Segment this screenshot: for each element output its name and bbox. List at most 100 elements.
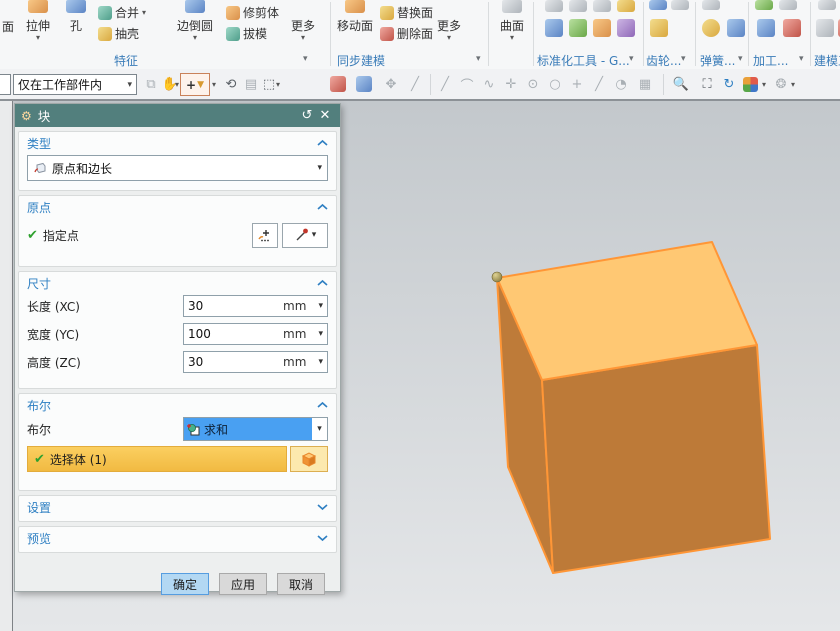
chevron-down-icon[interactable]: ▾ [312, 418, 327, 440]
spring-tool-icon[interactable] [702, 0, 720, 10]
height-input[interactable]: 30 mm ▾ [183, 351, 328, 373]
gear-hand-icon[interactable] [650, 19, 668, 37]
gear-tool-icon[interactable] [671, 0, 689, 10]
group-dropdown-icon[interactable]: ▾ [476, 54, 481, 64]
machining-grid-icon[interactable] [757, 19, 775, 37]
spring-brush-icon[interactable] [727, 19, 745, 37]
select-body-button[interactable] [290, 446, 328, 472]
inferred-point-button[interactable]: ▾ [282, 222, 328, 248]
ribbon-btn-face-partial[interactable]: 面 [0, 17, 16, 35]
refresh-icon[interactable]: ↻ [720, 75, 738, 93]
select-body-field[interactable]: ✔ 选择体 (1) [27, 446, 287, 472]
group-dropdown-icon[interactable]: ▾ [681, 54, 686, 64]
ribbon-btn-more-sync[interactable]: 更多 ▾ [430, 16, 468, 42]
chevron-up-icon[interactable] [317, 203, 328, 211]
width-input[interactable]: 100 mm ▾ [183, 323, 328, 345]
ribbon-btn-hole[interactable]: 孔 [58, 0, 94, 34]
section-origin-header[interactable]: 原点 [27, 198, 328, 216]
render-style-icon[interactable]: ❂ [772, 75, 790, 93]
menu-tool-icon[interactable]: ▤ [242, 75, 260, 93]
chevron-up-icon[interactable] [317, 401, 328, 409]
line-tool-icon[interactable]: ╱ [406, 75, 424, 93]
std-tool-icon[interactable] [617, 0, 635, 12]
std-tool-icon[interactable] [569, 0, 587, 12]
ribbon-btn-more-feature[interactable]: 更多 ▾ [284, 16, 322, 42]
ribbon-btn-unite[interactable]: 合并 ▾ [98, 4, 146, 21]
machining-axes-icon[interactable] [783, 19, 801, 37]
chevron-up-icon[interactable] [317, 279, 328, 287]
circle-center-tool-icon[interactable]: ⊙ [524, 75, 542, 93]
ribbon-btn-delete-face[interactable]: 删除面 [380, 25, 433, 42]
move-handles-icon[interactable]: ✥ [382, 75, 400, 93]
ribbon-btn-extrude[interactable]: 拉伸 ▾ [16, 0, 60, 42]
ribbon-btn-surface[interactable]: 曲面 ▾ [492, 0, 532, 42]
rotate-point-icon[interactable]: ⟲ [222, 75, 240, 93]
block-front-face[interactable] [541, 344, 771, 574]
chevron-down-icon[interactable]: ▾ [311, 301, 323, 311]
selection-scope-combo[interactable]: 仅在工作部件内 ▾ [13, 74, 137, 95]
line-tool-icon[interactable]: ╱ [436, 75, 454, 93]
section-settings-header[interactable]: 设置 [27, 498, 328, 516]
chevron-down-icon[interactable]: ▾ [276, 80, 280, 89]
section-preview-header[interactable]: 预览 [27, 529, 328, 547]
cancel-button[interactable]: 取消 [277, 573, 325, 595]
chevron-down-icon[interactable]: ▾ [311, 357, 323, 367]
modeling-tool-icon[interactable] [818, 0, 836, 10]
zoom-window-icon[interactable]: 🔍 [672, 75, 690, 93]
machining-check-icon[interactable] [755, 0, 773, 10]
segment-tool-icon[interactable]: ╱ [590, 75, 608, 93]
chevron-down-icon[interactable] [317, 534, 328, 542]
chevron-up-icon[interactable] [317, 139, 328, 147]
group-dropdown-icon[interactable]: ▾ [799, 54, 804, 64]
point-tool-icon[interactable]: + [568, 75, 586, 93]
std-tool-icon[interactable] [545, 0, 563, 12]
axis-tool-icon[interactable]: ✛ [502, 75, 520, 93]
block-solid[interactable] [496, 241, 771, 574]
std-tool-icon[interactable] [569, 19, 587, 37]
close-icon[interactable]: ✕ [316, 108, 334, 123]
type-combo[interactable]: 原点和边长 ▾ [27, 155, 328, 181]
ribbon-btn-edge-blend[interactable]: 边倒圆 ▾ [168, 0, 222, 42]
group-dropdown-icon[interactable]: ▾ [738, 54, 743, 64]
snap-point-toggle[interactable]: + ▼ [180, 73, 210, 96]
spline-tool-icon[interactable]: ∿ [480, 75, 498, 93]
shell-face-icon[interactable] [330, 76, 346, 92]
grid-tool-icon[interactable]: ▦ [636, 75, 654, 93]
boolean-combo[interactable]: 求和 ▾ [183, 417, 328, 441]
arc-tool-icon[interactable]: ⌒ [458, 75, 476, 94]
gear-tool-icon[interactable] [649, 0, 667, 10]
modeling-doc-icon[interactable] [816, 19, 834, 37]
origin-point-marker[interactable] [491, 271, 503, 283]
ribbon-btn-trim-body[interactable]: 修剪体 [226, 4, 279, 21]
std-tool-icon[interactable] [593, 0, 611, 12]
ok-button[interactable]: 确定 [161, 573, 209, 595]
section-boolean-header[interactable]: 布尔 [27, 396, 328, 414]
circle-tool-icon[interactable]: ○ [546, 75, 564, 93]
dialog-titlebar[interactable]: ⚙ 块 ↺ ✕ [15, 104, 340, 127]
chevron-down-icon[interactable]: ▾ [212, 80, 216, 89]
apply-button[interactable]: 应用 [219, 573, 267, 595]
group-dropdown-icon[interactable]: ▾ [303, 54, 308, 64]
sector-tool-icon[interactable]: ◔ [612, 75, 630, 93]
ribbon-btn-move-face[interactable]: 移动面 [334, 0, 376, 34]
std-tool-icon[interactable] [593, 19, 611, 37]
section-type-header[interactable]: 类型 [27, 134, 328, 152]
view-layout-icon[interactable] [743, 77, 758, 92]
ribbon-btn-draft[interactable]: 拔模 [226, 25, 267, 42]
chevron-down-icon[interactable] [317, 503, 328, 511]
machining-tool-icon[interactable] [779, 0, 797, 10]
section-dimensions-header[interactable]: 尺寸 [27, 274, 328, 292]
chevron-down-icon[interactable]: ▾ [791, 80, 795, 89]
select-assembly-icon[interactable]: ⧉ [142, 75, 160, 93]
ribbon-btn-shell[interactable]: 抽壳 [98, 25, 139, 42]
std-tool-icon[interactable] [545, 19, 563, 37]
chevron-down-icon[interactable]: ▾ [762, 80, 766, 89]
partial-control[interactable] [0, 74, 11, 95]
spring-coil-icon[interactable] [702, 19, 720, 37]
group-dropdown-icon[interactable]: ▾ [629, 54, 634, 64]
std-tool-icon[interactable] [617, 19, 635, 37]
ribbon-btn-replace-face[interactable]: 替换面 [380, 4, 433, 21]
chevron-down-icon[interactable]: ▾ [311, 329, 323, 339]
fit-view-icon[interactable]: ⛶ [698, 75, 716, 93]
reset-icon[interactable]: ↺ [298, 108, 316, 123]
